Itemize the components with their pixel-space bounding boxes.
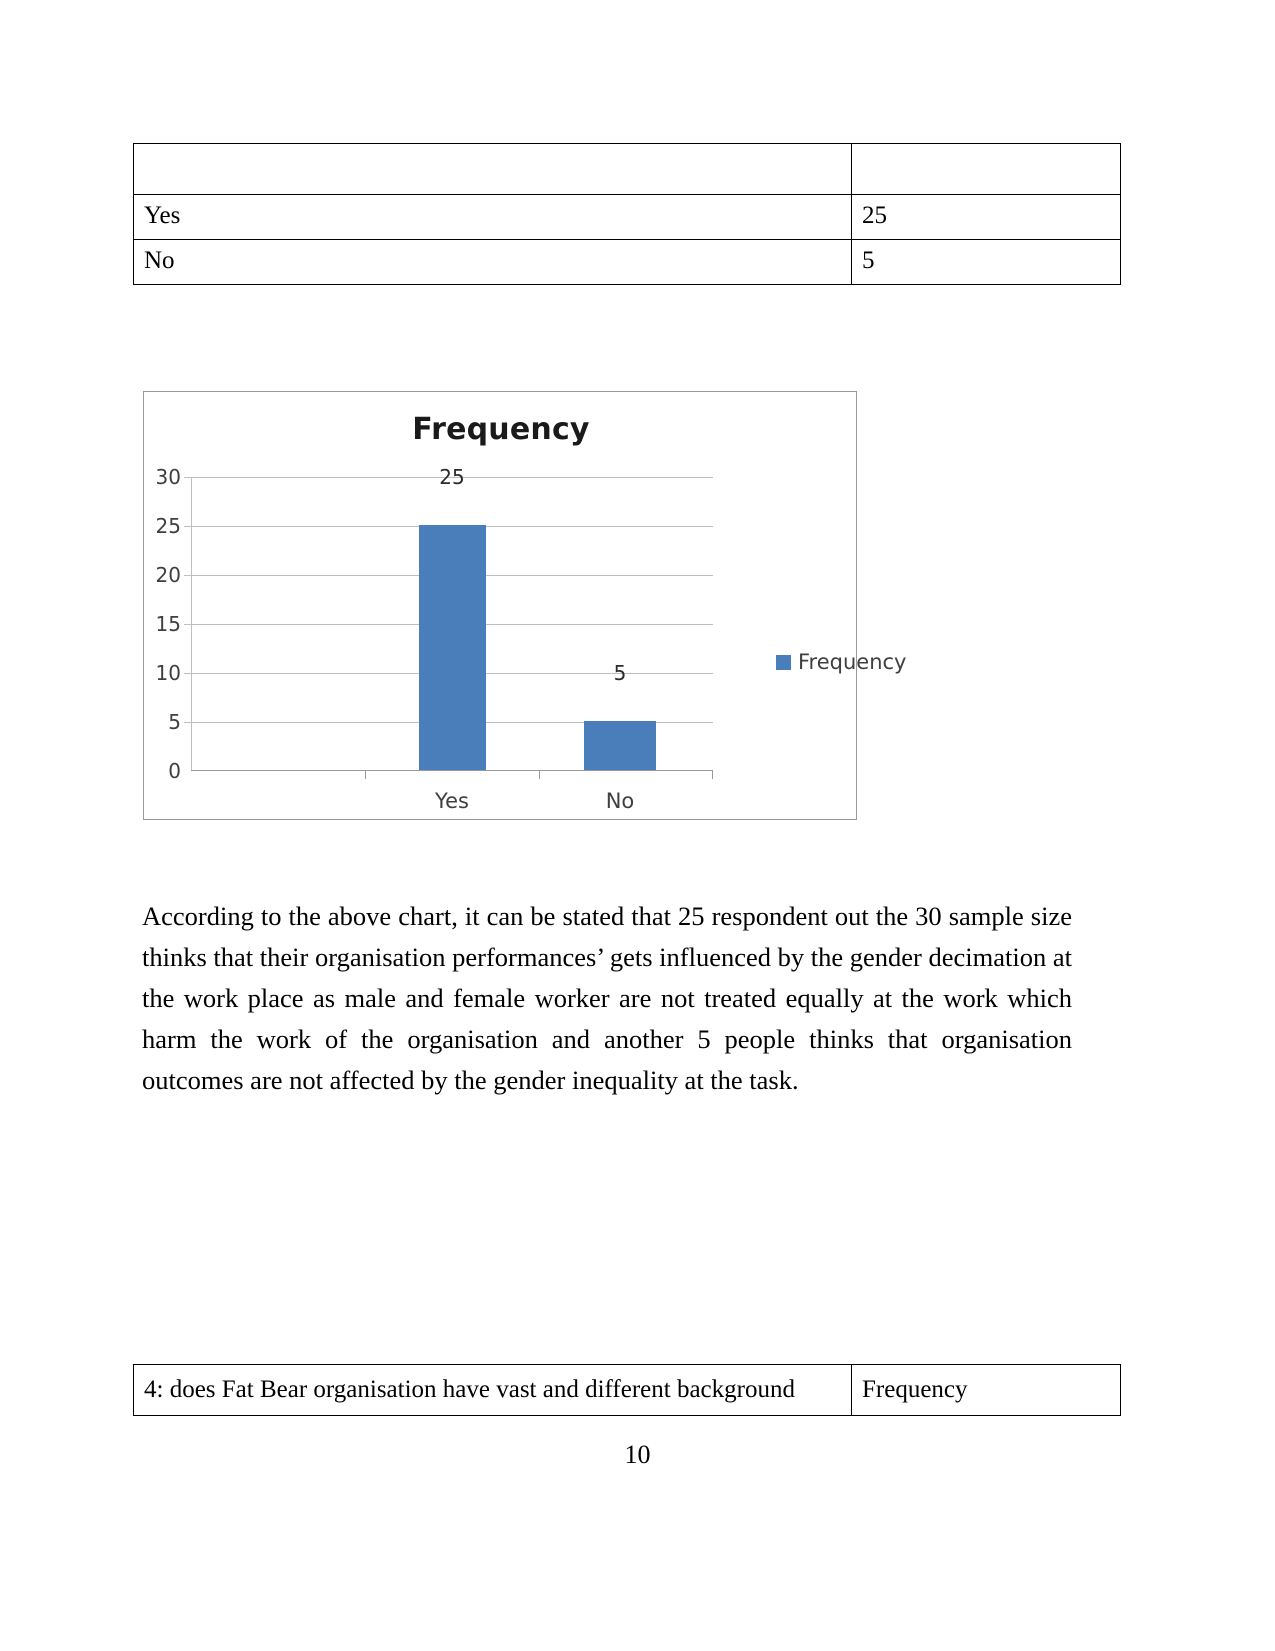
table-cell-option-yes: Yes (133, 194, 852, 240)
table-row: Yes 25 (133, 194, 1121, 240)
y-axis-tick-mark (184, 624, 191, 625)
y-axis-tick-mark (184, 673, 191, 674)
table-row: No 5 (133, 239, 1121, 285)
bar-no (584, 721, 656, 770)
y-axis-tick-mark (184, 575, 191, 576)
y-axis-tick-mark (184, 722, 191, 723)
y-axis-tick-label: 5 (168, 710, 181, 734)
bar-value-label-yes: 25 (439, 465, 465, 489)
analysis-paragraph: According to the above chart, it can be … (142, 900, 1072, 1095)
x-axis-category-label-yes: Yes (435, 789, 469, 813)
next-question-table: 4: does Fat Bear organisation have vast … (133, 1363, 1121, 1417)
x-axis-tick-mark (365, 771, 366, 779)
table-row: 4: does Fat Bear organisation have vast … (133, 1363, 1121, 1417)
table-cell-count-yes: 25 (851, 194, 1121, 240)
frequency-bar-chart: Frequency 30 25 20 15 10 5 0 25 5 Yes No… (143, 391, 907, 820)
y-axis-tick-label: 0 (168, 759, 181, 783)
table-header-value-cell (851, 143, 1121, 195)
y-axis-tick-label: 20 (155, 563, 181, 587)
chart-legend: Frequency (776, 650, 907, 674)
table-header-label-cell (133, 143, 852, 195)
table-cell-frequency-header: Frequency (851, 1363, 1121, 1417)
legend-color-swatch-icon (776, 654, 791, 670)
x-axis-tick-mark (539, 771, 540, 779)
x-axis-tick-mark (712, 771, 713, 779)
y-axis-tick-label: 30 (155, 465, 181, 489)
chart-plot-area: 30 25 20 15 10 5 0 25 5 Yes No (156, 465, 713, 813)
x-axis-line (191, 770, 713, 771)
legend-series-label: Frequency (798, 650, 907, 674)
document-page: Yes 25 No 5 Frequency 30 25 20 15 10 5 0… (0, 0, 1275, 1651)
page-number: 10 (624, 1440, 651, 1469)
x-axis-category-label-no: No (605, 789, 635, 813)
y-axis-tick-label: 15 (155, 612, 181, 636)
frequency-results-table: Yes 25 No 5 (133, 143, 1121, 285)
y-axis-tick-label: 25 (155, 514, 181, 538)
bar-yes (419, 525, 486, 770)
y-axis-tick-mark (184, 477, 191, 478)
table-cell-option-no: No (133, 239, 852, 285)
chart-title: Frequency (412, 412, 590, 447)
y-axis-tick-label: 10 (155, 661, 181, 685)
bar-value-label-no: 5 (613, 661, 627, 685)
table-header-row (133, 143, 1121, 195)
y-axis-tick-mark (184, 526, 191, 527)
table-cell-count-no: 5 (851, 239, 1121, 285)
table-cell-question-text: 4: does Fat Bear organisation have vast … (133, 1363, 852, 1417)
